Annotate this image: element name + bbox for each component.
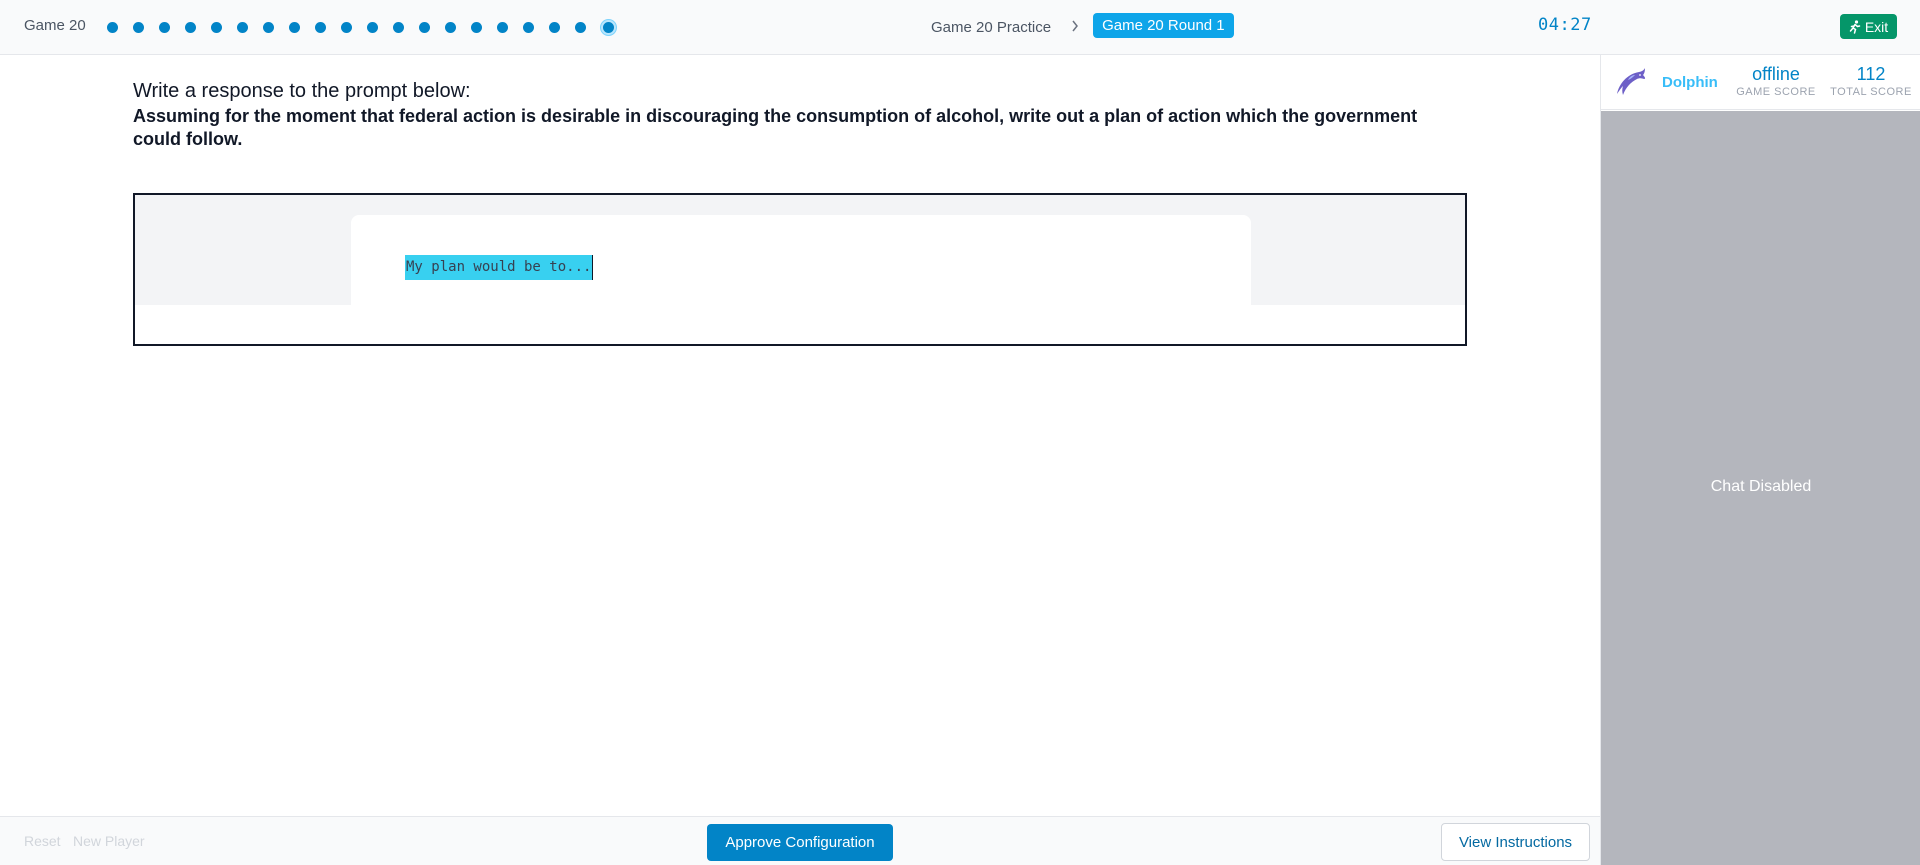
side-panel: Dolphin offline GAME SCORE 112 TOTAL SCO… <box>1600 55 1920 865</box>
progress-dot-current <box>601 20 616 35</box>
progress-dot <box>419 22 430 33</box>
prompt-text: Assuming for the moment that federal act… <box>133 106 1418 149</box>
progress-dot <box>133 22 144 33</box>
progress-dot <box>237 22 248 33</box>
countdown-timer: 04:27 <box>1538 15 1592 35</box>
chevron-right-icon <box>1071 16 1079 35</box>
breadcrumb-current: Game 20 Round 1 <box>1093 13 1234 38</box>
running-person-icon <box>1849 19 1861 34</box>
exit-button[interactable]: Exit <box>1840 14 1897 39</box>
player-name: Dolphin <box>1662 74 1718 91</box>
dolphin-icon <box>1617 68 1646 95</box>
chat-status: Chat Disabled <box>1710 478 1812 495</box>
editor-page[interactable]: My plan would be to... <box>351 215 1251 344</box>
progress-dots <box>107 20 631 35</box>
approve-configuration-button[interactable]: Approve Configuration <box>707 824 893 861</box>
progress-dot <box>445 22 456 33</box>
progress-dot <box>367 22 378 33</box>
response-text-selected[interactable]: My plan would be to... <box>405 255 594 280</box>
chat-panel: Chat Disabled <box>1601 111 1920 865</box>
progress-dot <box>315 22 326 33</box>
view-instructions-button[interactable]: View Instructions <box>1441 823 1590 861</box>
progress-dot <box>549 22 560 33</box>
breadcrumb: Game 20 Practice Game 20 Round 1 <box>931 13 1234 38</box>
reset-link[interactable]: Reset <box>24 833 61 849</box>
progress-dot <box>341 22 352 33</box>
new-player-link[interactable]: New Player <box>73 833 145 849</box>
progress-dot <box>471 22 482 33</box>
game-score-value: offline <box>1752 64 1800 84</box>
progress-dot <box>393 22 404 33</box>
progress-dot <box>289 22 300 33</box>
main-content: Write a response to the prompt below: As… <box>0 55 1600 815</box>
progress-dot <box>263 22 274 33</box>
progress-dot <box>107 22 118 33</box>
breadcrumb-previous[interactable]: Game 20 Practice <box>931 15 1051 36</box>
progress-dot <box>159 22 170 33</box>
progress-dot <box>575 22 586 33</box>
game-score-label: GAME SCORE <box>1736 86 1816 98</box>
progress-dot <box>185 22 196 33</box>
total-score-label: TOTAL SCORE <box>1830 86 1912 98</box>
prompt-intro: Write a response to the prompt below: <box>133 80 471 102</box>
response-editor[interactable]: My plan would be to... <box>133 193 1467 346</box>
progress-dot <box>497 22 508 33</box>
footer-bar: Reset New Player Approve Configuration V… <box>0 816 1600 865</box>
progress-dot <box>211 22 222 33</box>
top-bar: Game 20 Game 20 Practice Game 20 Round 1… <box>0 0 1920 55</box>
total-score: 112 TOTAL SCORE <box>1827 64 1915 98</box>
game-score: offline GAME SCORE <box>1736 64 1816 98</box>
exit-label: Exit <box>1864 18 1889 35</box>
player-info: Dolphin offline GAME SCORE 112 TOTAL SCO… <box>1601 55 1920 110</box>
total-score-value: 112 <box>1856 64 1886 84</box>
game-name: Game 20 <box>24 17 86 34</box>
progress-dot <box>523 22 534 33</box>
